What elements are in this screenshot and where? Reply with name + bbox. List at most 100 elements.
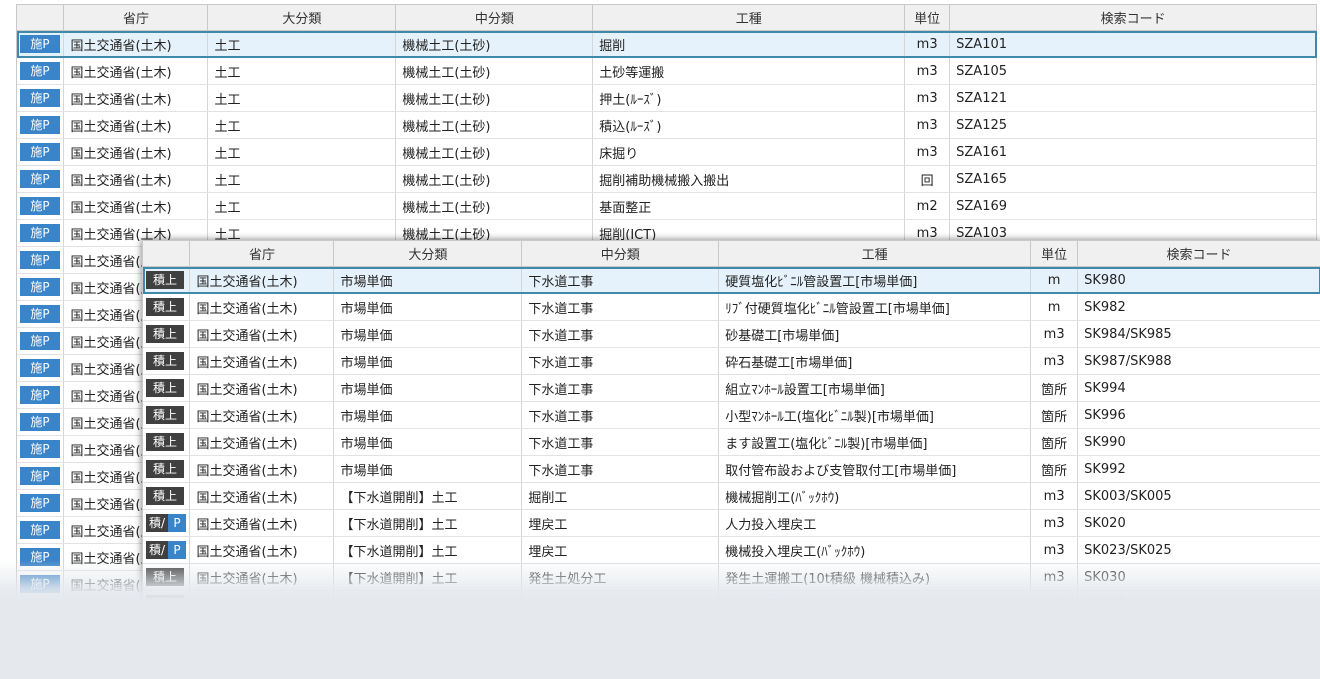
work-type-column-header[interactable]: 工種 bbox=[592, 5, 906, 31]
major-category-cell: 市場単価 bbox=[333, 401, 523, 429]
table-row[interactable]: 施P 国土交通省(土木) 土工 機械土工(土砂) 押土(ﾙｰｽﾞ) m3 SZA121 bbox=[17, 84, 1317, 112]
table-header-row: 省庁 大分類 中分類 工種 単位 検索コード bbox=[17, 5, 1317, 31]
type-badge-cell: 施P bbox=[17, 381, 65, 409]
search-code-cell: SK980 bbox=[1077, 266, 1320, 294]
badge-left-part: 積/ bbox=[146, 541, 168, 559]
search-code-cell: SK992 bbox=[1077, 455, 1320, 483]
agency-cell: 国土交通省(土木) bbox=[189, 347, 335, 375]
agency-cell: 国土交通省(土木) bbox=[63, 57, 209, 85]
table-row[interactable]: 積上 国土交通省(土木) 市場単価 下水道工事 硬質塩化ﾋﾞﾆﾙ管設置工[市場単価] m S… bbox=[143, 266, 1320, 294]
type-badge: 施P bbox=[20, 440, 60, 458]
search-code-cell: SK984/SK985 bbox=[1077, 320, 1320, 348]
type-badge-cell: 積上 bbox=[143, 401, 191, 429]
unit-column-header[interactable]: 単位 bbox=[904, 5, 951, 31]
table-row[interactable]: 施P 国土交通省(土木) 土工 機械土工(土砂) 積込(ﾙｰｽﾞ) m3 SZA125 bbox=[17, 111, 1317, 139]
bottom-fade-overlay bbox=[0, 560, 1320, 679]
major-category-cell: 市場単価 bbox=[333, 428, 523, 456]
search-code-cell: SZA105 bbox=[949, 57, 1317, 85]
type-badge-cell: 積/P bbox=[143, 509, 191, 537]
work-type-cell: 床掘り bbox=[592, 138, 906, 166]
type-badge: 施P bbox=[20, 467, 60, 485]
badge-column-header[interactable] bbox=[143, 241, 191, 267]
major-category-cell: 市場単価 bbox=[333, 455, 523, 483]
agency-column-header[interactable]: 省庁 bbox=[189, 241, 335, 267]
unit-cell: m3 bbox=[904, 57, 951, 85]
search-code-cell: SK982 bbox=[1077, 293, 1320, 321]
agency-cell: 国土交通省(土木) bbox=[189, 293, 335, 321]
table-row[interactable]: 施P 国土交通省(土木) 土工 機械土工(土砂) 土砂等運搬 m3 SZA105 bbox=[17, 57, 1317, 85]
major-category-column-header[interactable]: 大分類 bbox=[333, 241, 523, 267]
table-row[interactable]: 積上 国土交通省(土木) 市場単価 下水道工事 小型ﾏﾝﾎｰﾙ工(塩化ﾋﾞﾆﾙ製)[市場… bbox=[143, 401, 1320, 429]
type-badge: 施P bbox=[20, 224, 60, 242]
unit-cell: 箇所 bbox=[1030, 455, 1079, 483]
badge-left-part: 積/ bbox=[146, 514, 168, 532]
unit-cell: m3 bbox=[1030, 347, 1079, 375]
agency-cell: 国土交通省(土木) bbox=[189, 455, 335, 483]
type-badge: 施P bbox=[20, 89, 60, 107]
unit-cell: m bbox=[1030, 266, 1079, 294]
type-badge: 施P bbox=[20, 413, 60, 431]
middle-category-cell: 下水道工事 bbox=[521, 347, 720, 375]
search-code-cell: SK987/SK988 bbox=[1077, 347, 1320, 375]
badge-right-part: P bbox=[168, 541, 186, 559]
middle-category-column-header[interactable]: 中分類 bbox=[521, 241, 720, 267]
middle-category-cell: 掘削工 bbox=[521, 482, 720, 510]
work-type-cell: 取付管布設および支管取付工[市場単価] bbox=[718, 455, 1032, 483]
type-badge-cell: 施P bbox=[17, 138, 65, 166]
major-category-cell: 土工 bbox=[207, 165, 397, 193]
work-type-column-header[interactable]: 工種 bbox=[718, 241, 1032, 267]
table-row[interactable]: 施P 国土交通省(土木) 土工 機械土工(土砂) 掘削 m3 SZA101 bbox=[17, 30, 1317, 58]
major-category-cell: 市場単価 bbox=[333, 320, 523, 348]
type-badge-cell: 施P bbox=[17, 246, 65, 274]
search-code-cell: SZA161 bbox=[949, 138, 1317, 166]
type-badge: 施P bbox=[20, 143, 60, 161]
table-row[interactable]: 施P 国土交通省(土木) 土工 機械土工(土砂) 基面整正 m2 SZA169 bbox=[17, 192, 1317, 220]
table-row[interactable]: 積上 国土交通省(土木) 市場単価 下水道工事 砂基礎工[市場単価] m3 SK984/SK… bbox=[143, 320, 1320, 348]
type-badge: 施P bbox=[20, 251, 60, 269]
search-code-column-header[interactable]: 検索コード bbox=[949, 5, 1317, 31]
badge-column-header[interactable] bbox=[17, 5, 65, 31]
table-row[interactable]: 積上 国土交通省(土木) 市場単価 下水道工事 取付管布設および支管取付工[市場単価] 箇… bbox=[143, 455, 1320, 483]
type-badge: 施P bbox=[20, 332, 60, 350]
work-type-cell: 掘削 bbox=[592, 30, 906, 58]
table-row[interactable]: 積上 国土交通省(土木) 市場単価 下水道工事 ﾘﾌﾞ付硬質塩化ﾋﾞﾆﾙ管設置工[市場単… bbox=[143, 293, 1320, 321]
search-code-cell: SZA165 bbox=[949, 165, 1317, 193]
agency-column-header[interactable]: 省庁 bbox=[63, 5, 209, 31]
major-category-column-header[interactable]: 大分類 bbox=[207, 5, 397, 31]
unit-cell: m3 bbox=[904, 138, 951, 166]
middle-category-cell: 下水道工事 bbox=[521, 293, 720, 321]
middle-category-cell: 機械土工(土砂) bbox=[395, 138, 594, 166]
type-badge-cell: 積上 bbox=[143, 266, 191, 294]
type-badge: 積/P bbox=[146, 541, 186, 559]
table-row[interactable]: 施P 国土交通省(土木) 土工 機械土工(土砂) 床掘り m3 SZA161 bbox=[17, 138, 1317, 166]
type-badge: 施P bbox=[20, 305, 60, 323]
search-code-cell: SZA125 bbox=[949, 111, 1317, 139]
work-type-cell: 機械掘削工(ﾊﾞｯｸﾎｳ) bbox=[718, 482, 1032, 510]
middle-category-cell: 機械土工(土砂) bbox=[395, 192, 594, 220]
major-category-cell: 土工 bbox=[207, 138, 397, 166]
type-badge-cell: 施P bbox=[17, 30, 65, 58]
middle-category-cell: 機械土工(土砂) bbox=[395, 30, 594, 58]
work-type-cell: 掘削補助機械搬入搬出 bbox=[592, 165, 906, 193]
type-badge-cell: 施P bbox=[17, 516, 65, 544]
major-category-cell: 【下水道開削】土工 bbox=[333, 509, 523, 537]
type-badge: 施P bbox=[20, 386, 60, 404]
type-badge: 積上 bbox=[146, 406, 184, 424]
table-row[interactable]: 積上 国土交通省(土木) 市場単価 下水道工事 砕石基礎工[市場単価] m3 SK987/S… bbox=[143, 347, 1320, 375]
type-badge-cell: 積上 bbox=[143, 455, 191, 483]
search-code-cell: SK990 bbox=[1077, 428, 1320, 456]
work-type-cell: 小型ﾏﾝﾎｰﾙ工(塩化ﾋﾞﾆﾙ製)[市場単価] bbox=[718, 401, 1032, 429]
type-badge: 施P bbox=[20, 359, 60, 377]
table-row[interactable]: 積上 国土交通省(土木) 【下水道開削】土工 掘削工 機械掘削工(ﾊﾞｯｸﾎｳ) m3 SK… bbox=[143, 482, 1320, 510]
middle-category-column-header[interactable]: 中分類 bbox=[395, 5, 594, 31]
table-row[interactable]: 積上 国土交通省(土木) 市場単価 下水道工事 ます設置工(塩化ﾋﾞﾆﾙ製)[市場単価]… bbox=[143, 428, 1320, 456]
search-code-column-header[interactable]: 検索コード bbox=[1077, 241, 1320, 267]
table-row[interactable]: 施P 国土交通省(土木) 土工 機械土工(土砂) 掘削補助機械搬入搬出回 SZA165 bbox=[17, 165, 1317, 193]
table-row[interactable]: 積上 国土交通省(土木) 市場単価 下水道工事 組立ﾏﾝﾎｰﾙ設置工[市場単価] 箇所 SK… bbox=[143, 374, 1320, 402]
work-type-cell: 土砂等運搬 bbox=[592, 57, 906, 85]
search-code-cell: SZA121 bbox=[949, 84, 1317, 112]
unit-column-header[interactable]: 単位 bbox=[1030, 241, 1079, 267]
type-badge: 施P bbox=[20, 521, 60, 539]
table-row[interactable]: 積/P 国土交通省(土木) 【下水道開削】土工 埋戻工 人力投入埋戻工 m3 SK020 bbox=[143, 509, 1320, 537]
type-badge-cell: 施P bbox=[17, 192, 65, 220]
